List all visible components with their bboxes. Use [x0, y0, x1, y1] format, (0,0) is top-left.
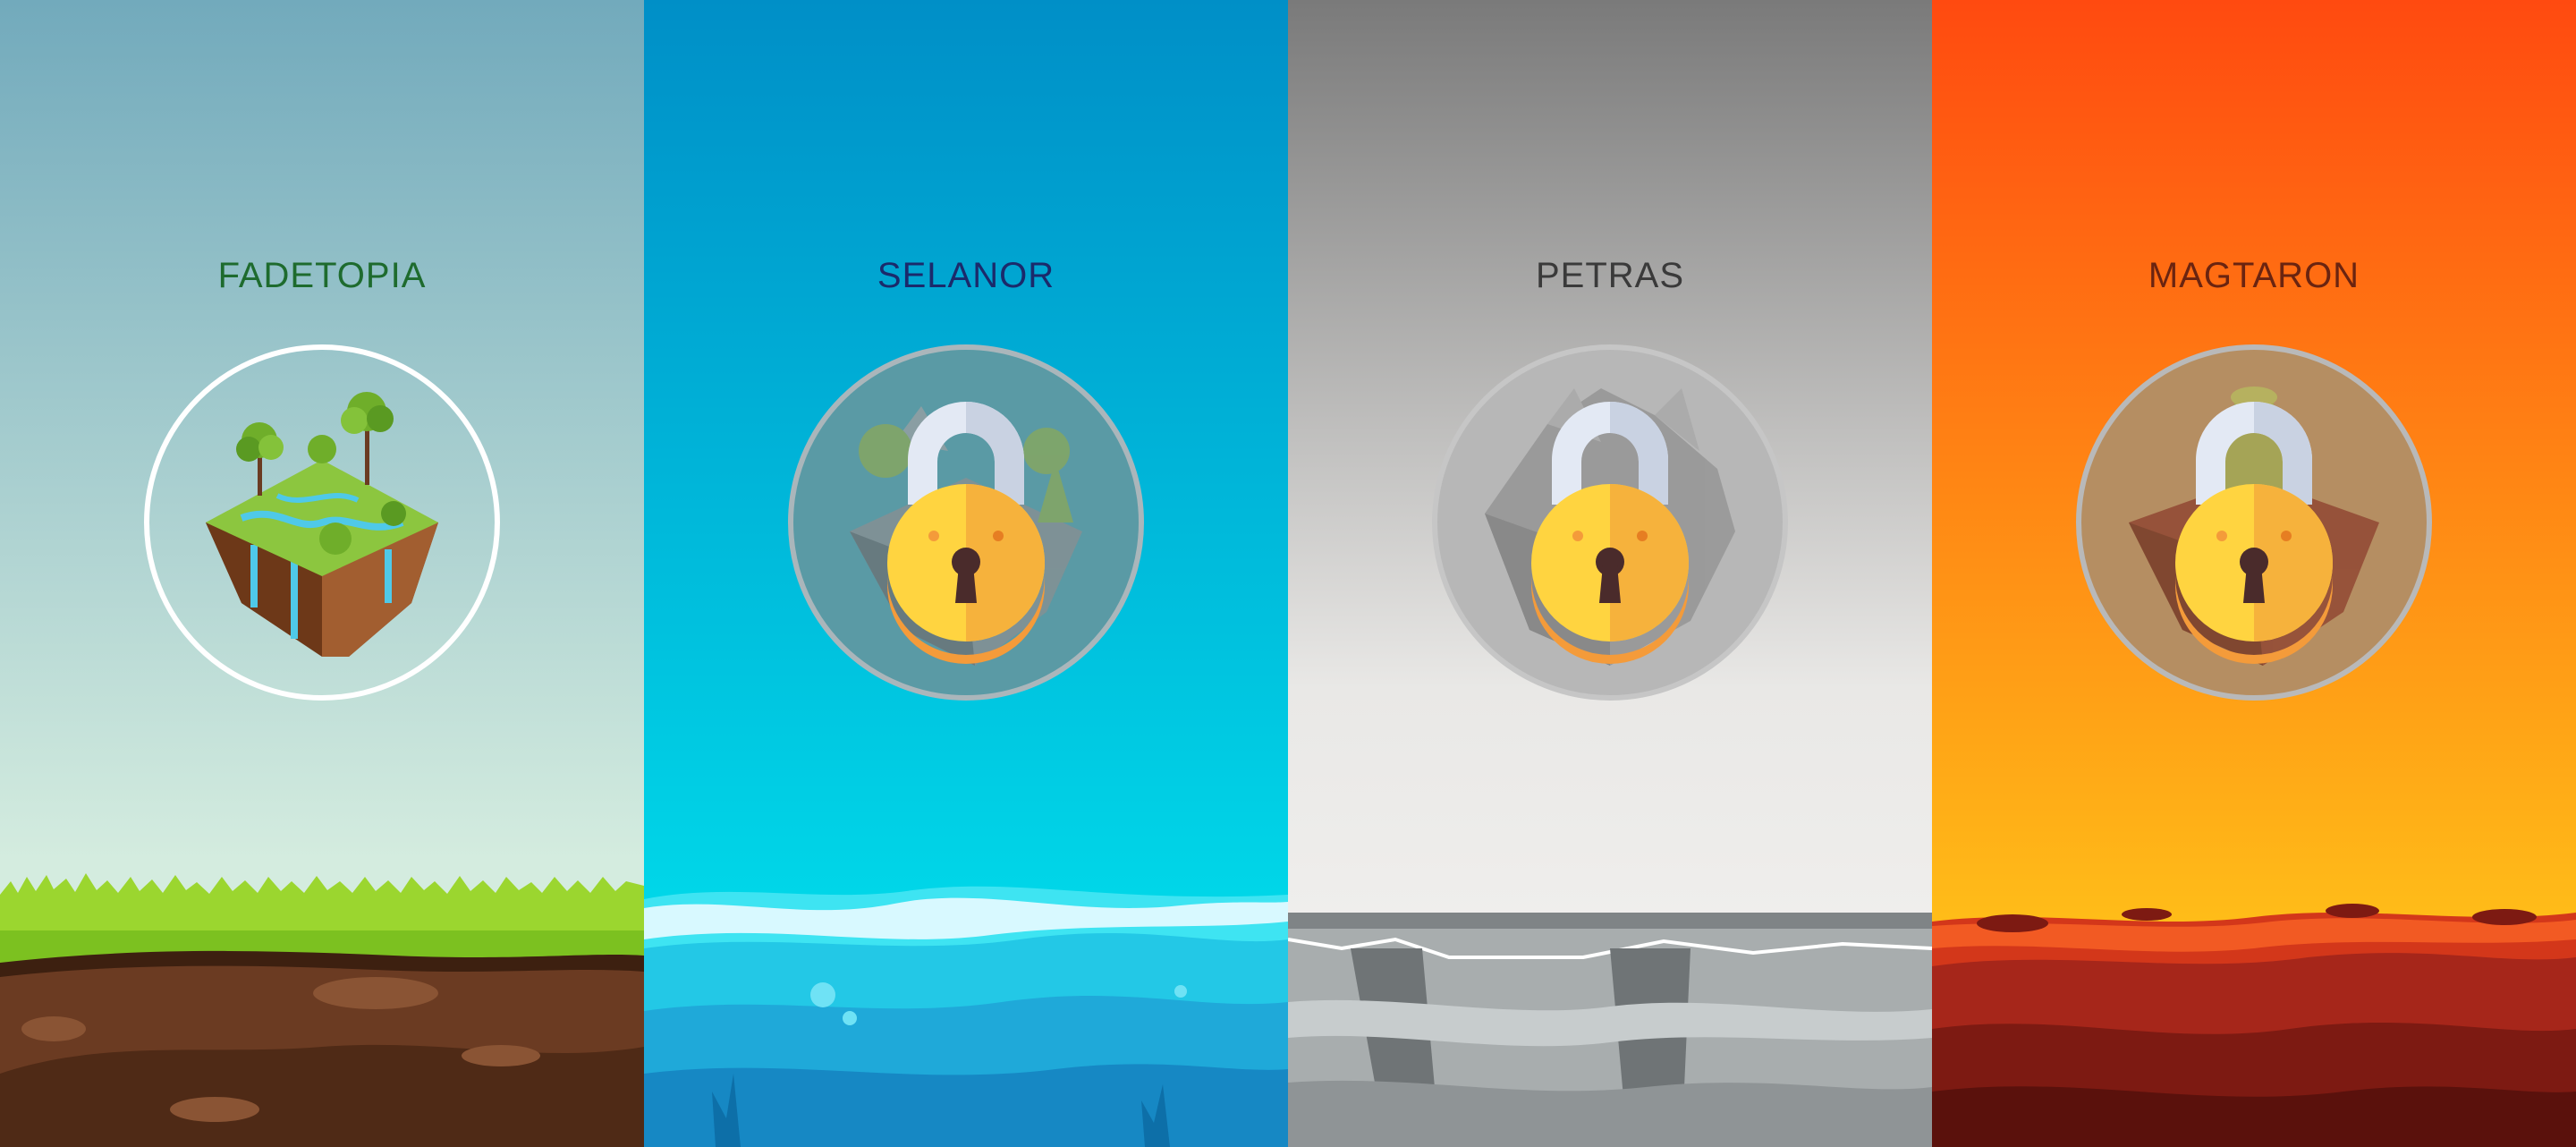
world-badge[interactable] [143, 344, 501, 701]
world-badge[interactable] [2075, 344, 2433, 701]
world-title: PETRAS [1535, 256, 1685, 295]
world-title: MAGTARON [2148, 256, 2360, 295]
world-badge[interactable] [1431, 344, 1789, 701]
world-card-petras[interactable]: PETRAS [1288, 0, 1932, 1147]
world-title: FADETOPIA [217, 256, 427, 295]
world-card-fadetopia[interactable]: FADETOPIA [0, 0, 644, 1147]
world-card-magtaron[interactable]: MAGTARON [1932, 0, 2576, 1147]
world-card-selanor[interactable]: SELANOR [644, 0, 1288, 1147]
world-select-screen: FADETOPIA SELANOR PETRAS MAGTARON [0, 0, 2576, 1147]
world-title: SELANOR [877, 256, 1055, 295]
forest-island-icon [206, 392, 438, 657]
world-badge[interactable] [787, 344, 1145, 701]
